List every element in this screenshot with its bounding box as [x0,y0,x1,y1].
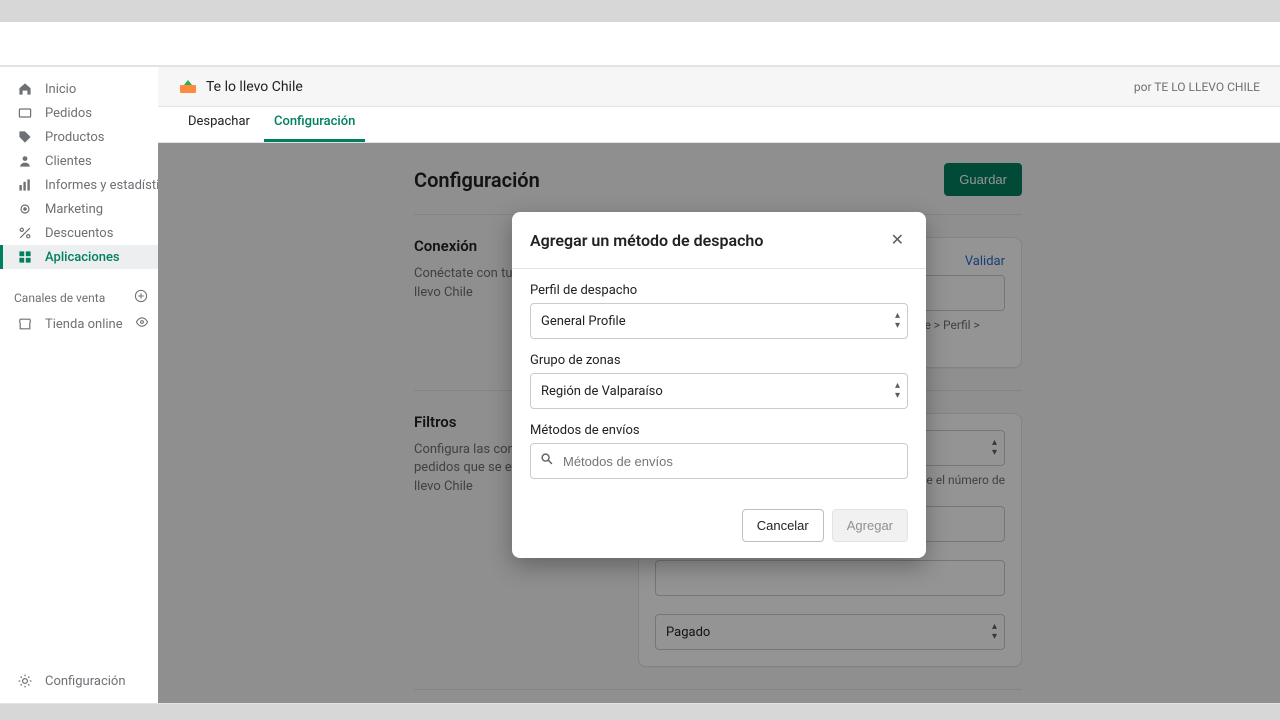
sidebar-item-informes[interactable]: Informes y estadísticas [0,173,158,197]
add-shipping-method-modal: Agregar un método de despacho ✕ Perfil d… [512,212,926,558]
gear-icon [17,673,33,689]
customers-icon [17,153,33,169]
tab-configuracion[interactable]: Configuración [264,104,365,142]
close-icon[interactable]: ✕ [887,228,908,252]
app-header: Te lo llevo Chile por TE LO LLEVO CHILE [158,67,1280,107]
app-title-text: Te lo llevo Chile [206,79,303,95]
sidebar-item-label: Marketing [45,202,148,217]
sidebar-item-label: Configuración [45,674,148,689]
search-icon [540,452,554,470]
profile-select[interactable]: General Profile [530,303,908,339]
marketing-icon [17,201,33,217]
tabs: Despachar Configuración [158,107,1280,143]
sidebar-item-tienda-online[interactable]: Tienda online [0,312,158,336]
add-button[interactable]: Agregar [832,509,908,542]
sidebar-item-pedidos[interactable]: Pedidos [0,101,158,125]
home-icon [17,81,33,97]
sidebar: Inicio Pedidos Productos Clientes Inform… [0,67,158,703]
modal-title: Agregar un método de despacho [530,231,763,250]
cancel-button[interactable]: Cancelar [742,509,824,542]
sidebar-item-label: Descuentos [45,226,148,241]
sidebar-item-label: Pedidos [45,106,148,121]
view-store-icon[interactable] [135,315,149,333]
store-icon [17,316,33,332]
app-author: por TE LO LLEVO CHILE [1134,80,1260,94]
channels-heading: Canales de venta [0,277,158,312]
channels-label: Canales de venta [14,291,105,305]
main: Te lo llevo Chile por TE LO LLEVO CHILE … [158,67,1280,703]
sidebar-item-inicio[interactable]: Inicio [0,77,158,101]
add-channel-icon[interactable] [134,289,148,306]
orders-icon [17,105,33,121]
apps-icon [17,249,33,265]
app-icon [178,77,198,97]
browser-chrome-top [0,0,1280,22]
browser-chrome-bottom [0,704,1280,720]
sidebar-item-descuentos[interactable]: Descuentos [0,221,158,245]
sidebar-item-aplicaciones[interactable]: Aplicaciones [0,245,158,269]
sidebar-item-marketing[interactable]: Marketing [0,197,158,221]
sidebar-item-productos[interactable]: Productos [0,125,158,149]
tab-despachar[interactable]: Despachar [178,104,260,142]
profile-label: Perfil de despacho [530,283,908,298]
zone-label: Grupo de zonas [530,353,908,368]
sidebar-item-label: Aplicaciones [45,250,148,265]
methods-label: Métodos de envíos [530,423,908,438]
sidebar-item-label: Clientes [45,154,148,169]
sidebar-item-label: Productos [45,130,148,145]
analytics-icon [17,177,33,193]
products-icon [17,129,33,145]
sidebar-item-configuracion[interactable]: Configuración [0,669,158,693]
admin-topbar [0,22,1280,66]
sidebar-item-label: Tienda online [45,317,123,332]
zone-select[interactable]: Región de Valparaíso [530,373,908,409]
sidebar-item-clientes[interactable]: Clientes [0,149,158,173]
sidebar-item-label: Inicio [45,82,148,97]
methods-search-input[interactable] [530,443,908,479]
discounts-icon [17,225,33,241]
